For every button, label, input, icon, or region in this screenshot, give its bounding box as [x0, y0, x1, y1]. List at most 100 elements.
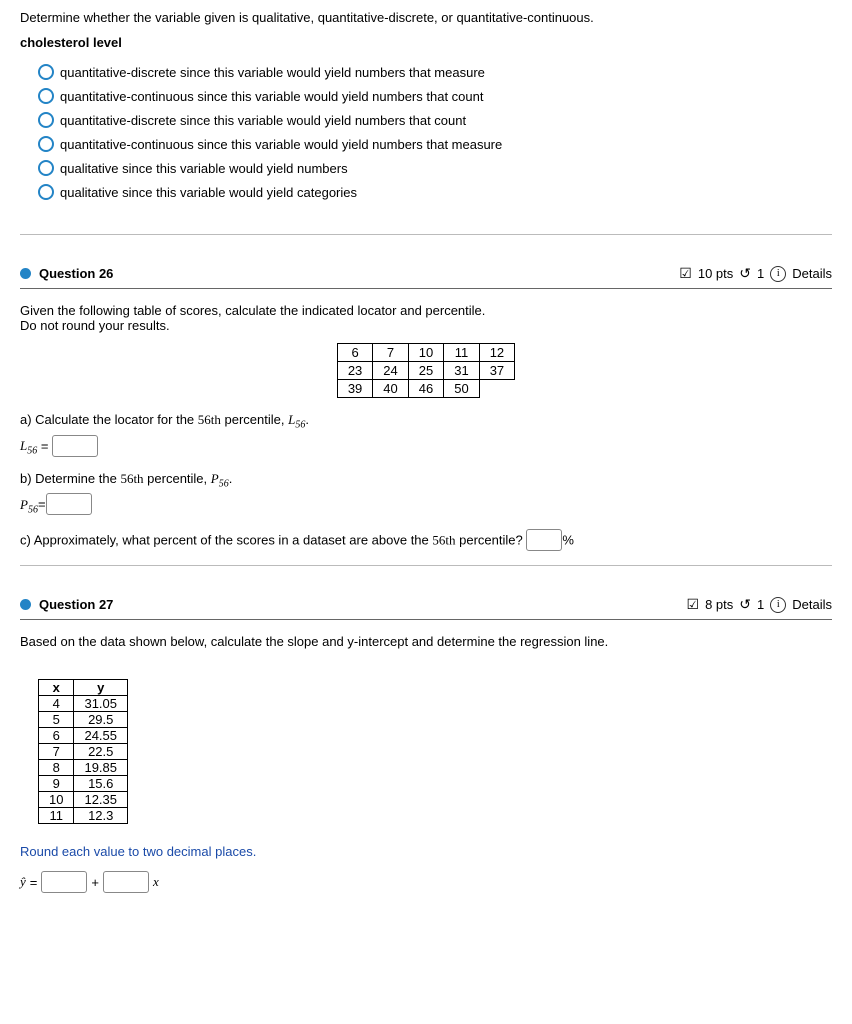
table-cell: 10	[39, 792, 74, 808]
divider	[20, 619, 832, 620]
table-cell: 50	[444, 380, 479, 398]
table-cell: 24	[373, 362, 408, 380]
radio-icon[interactable]	[38, 160, 54, 176]
details-link[interactable]: Details	[792, 597, 832, 612]
option-label: qualitative since this variable would yi…	[60, 161, 348, 176]
ordinal: 56th	[120, 471, 143, 486]
radio-icon[interactable]	[38, 88, 54, 104]
x-variable: x	[153, 874, 159, 890]
part-b-text-post: percentile,	[144, 471, 211, 486]
q26-intro1: Given the following table of scores, cal…	[20, 303, 832, 318]
part-c-text-pre: c) Approximately, what percent of the sc…	[20, 533, 432, 548]
retry-icon: ↺	[739, 596, 751, 613]
option-row[interactable]: quantitative-discrete since this variabl…	[38, 60, 832, 84]
table-cell: 5	[39, 712, 74, 728]
q26-part-a: a) Calculate the locator for the 56th pe…	[20, 412, 832, 457]
option-row[interactable]: quantitative-continuous since this varia…	[38, 132, 832, 156]
option-row[interactable]: quantitative-continuous since this varia…	[38, 84, 832, 108]
q26-header: Question 26 ☑ 10 pts ↺ 1 i Details	[20, 265, 832, 282]
table-cell: 7	[39, 744, 74, 760]
xy-table: x y 431.05 529.5 624.55 722.5 819.85 915…	[38, 679, 128, 824]
table-cell: 11	[444, 344, 479, 362]
divider	[20, 234, 832, 235]
P56-label: P56	[20, 497, 38, 512]
option-row[interactable]: quantitative-discrete since this variabl…	[38, 108, 832, 132]
equals: =	[37, 438, 52, 453]
question-title: Question 27	[39, 597, 113, 612]
table-cell: 8	[39, 760, 74, 776]
table-cell: 11	[39, 808, 74, 824]
regression-equation: ŷ = + x	[20, 871, 832, 893]
L56-input[interactable]	[52, 435, 98, 457]
points-label: 8 pts	[705, 597, 733, 612]
table-cell: 4	[39, 696, 74, 712]
part-a-text-pre: a) Calculate the locator for the	[20, 412, 198, 427]
slope-input[interactable]	[103, 871, 149, 893]
table-cell: 25	[408, 362, 443, 380]
table-cell: 6	[39, 728, 74, 744]
option-label: quantitative-discrete since this variabl…	[60, 113, 466, 128]
radio-icon[interactable]	[38, 112, 54, 128]
info-icon[interactable]: i	[770, 266, 786, 282]
equals: =	[30, 875, 38, 890]
q26-part-b: b) Determine the 56th percentile, P56. P…	[20, 471, 832, 516]
status-dot-icon	[20, 268, 31, 279]
q25-prompt: Determine whether the variable given is …	[20, 10, 832, 25]
table-cell: 24.55	[74, 728, 128, 744]
option-label: quantitative-continuous since this varia…	[60, 89, 483, 104]
percent-sign: %	[562, 533, 574, 548]
table-cell: 10	[408, 344, 443, 362]
retry-icon: ↺	[739, 265, 751, 282]
radio-icon[interactable]	[38, 64, 54, 80]
percent-input[interactable]	[526, 529, 562, 551]
part-a-text-post: percentile,	[221, 412, 288, 427]
option-label: qualitative since this variable would yi…	[60, 185, 357, 200]
ordinal: 56th	[432, 533, 455, 548]
part-c-text-post: percentile?	[456, 533, 523, 548]
q26-intro2: Do not round your results.	[20, 318, 832, 333]
ordinal: 56th	[198, 412, 221, 427]
radio-icon[interactable]	[38, 136, 54, 152]
divider	[20, 565, 832, 566]
L56-symbol: L56	[288, 412, 305, 427]
attempts-label: 1	[757, 266, 764, 281]
option-row[interactable]: qualitative since this variable would yi…	[38, 156, 832, 180]
table-cell: 37	[479, 362, 514, 380]
q27-header: Question 27 ☑ 8 pts ↺ 1 i Details	[20, 596, 832, 613]
info-icon[interactable]: i	[770, 597, 786, 613]
status-dot-icon	[20, 599, 31, 610]
check-icon: ☑	[679, 265, 692, 282]
details-link[interactable]: Details	[792, 266, 832, 281]
table-cell: 23	[337, 362, 372, 380]
table-header: y	[74, 680, 128, 696]
table-cell: 6	[337, 344, 372, 362]
table-cell: 15.6	[74, 776, 128, 792]
yhat-symbol: ŷ	[20, 874, 26, 890]
L56-label: L56	[20, 438, 37, 453]
table-cell: 7	[373, 344, 408, 362]
intercept-input[interactable]	[41, 871, 87, 893]
check-icon: ☑	[687, 596, 700, 613]
scores-table: 6 7 10 11 12 23 24 25 31 37 39 40 46 50	[337, 343, 515, 398]
table-cell: 31	[444, 362, 479, 380]
plus-sign: +	[91, 875, 99, 890]
table-cell: 46	[408, 380, 443, 398]
option-label: quantitative-continuous since this varia…	[60, 137, 502, 152]
attempts-label: 1	[757, 597, 764, 612]
table-header: x	[39, 680, 74, 696]
radio-icon[interactable]	[38, 184, 54, 200]
q27-body: Based on the data shown below, calculate…	[20, 634, 832, 893]
table-cell: 29.5	[74, 712, 128, 728]
q27-intro: Based on the data shown below, calculate…	[20, 634, 832, 649]
option-label: quantitative-discrete since this variabl…	[60, 65, 485, 80]
table-cell: 31.05	[74, 696, 128, 712]
P56-input[interactable]	[46, 493, 92, 515]
q25-options: quantitative-discrete since this variabl…	[38, 60, 832, 204]
table-cell: 40	[373, 380, 408, 398]
P56-symbol: P56	[211, 471, 229, 486]
table-cell: 39	[337, 380, 372, 398]
option-row[interactable]: qualitative since this variable would yi…	[38, 180, 832, 204]
table-cell	[479, 380, 514, 398]
table-cell: 12.35	[74, 792, 128, 808]
part-b-text-pre: b) Determine the	[20, 471, 120, 486]
